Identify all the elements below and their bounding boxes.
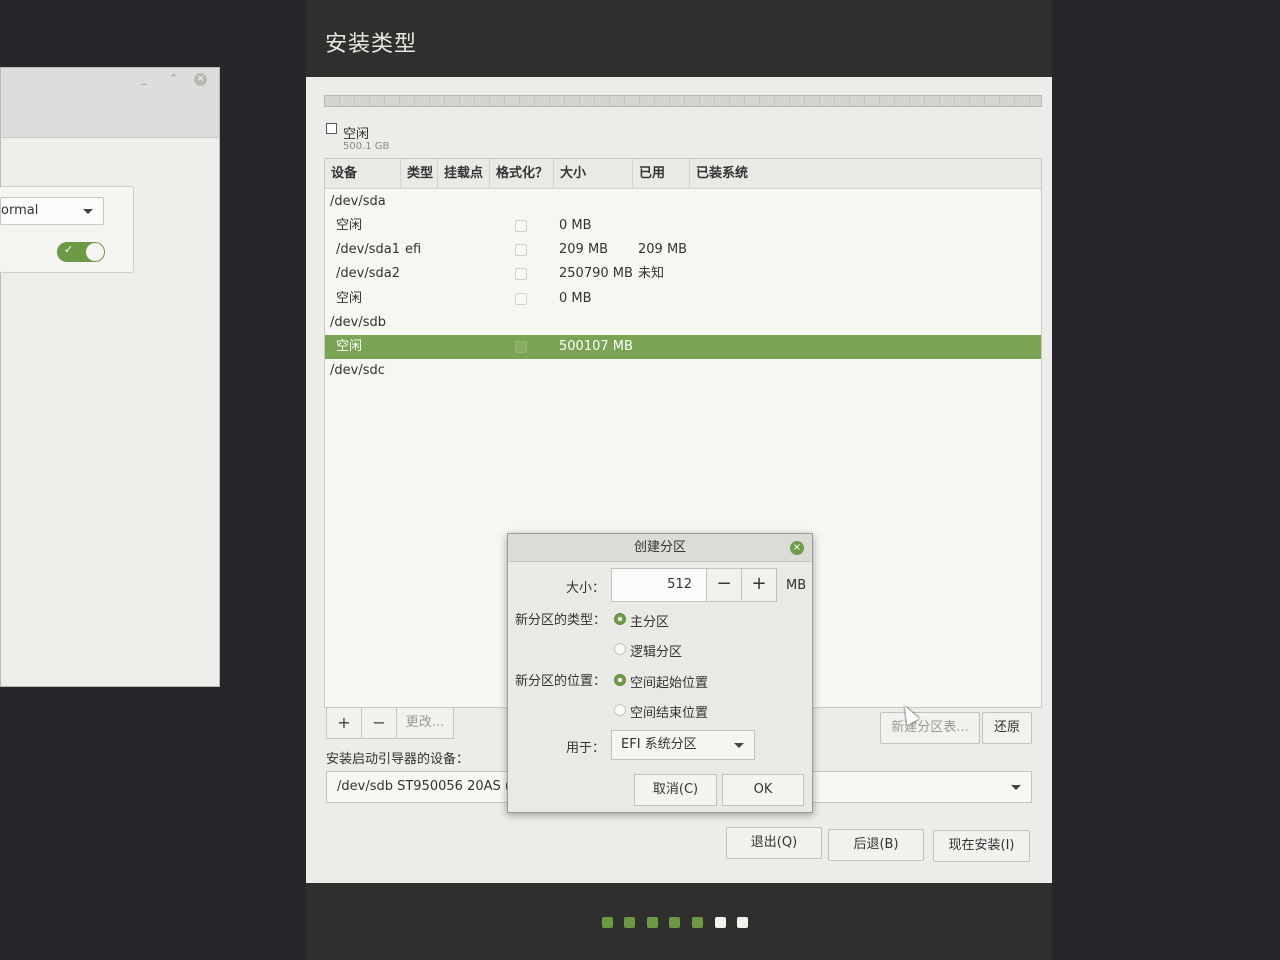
toggle-switch[interactable]: ✓ xyxy=(57,242,105,262)
start-location-label[interactable]: 空间起始位置 xyxy=(630,672,708,691)
cell-size: 0 MB xyxy=(559,218,592,233)
column-header-format[interactable]: 格式化？ xyxy=(490,159,554,189)
cell-size: 250790 MB xyxy=(559,266,633,281)
primary-partition-radio[interactable] xyxy=(614,613,626,625)
size-label: 大小： xyxy=(566,581,606,596)
table-row[interactable]: /dev/sda2 250790 MB 未知 xyxy=(325,262,1041,286)
cell-size: 500107 MB xyxy=(559,339,633,354)
cell-device: 空闲 xyxy=(336,339,363,354)
progress-dot xyxy=(624,917,635,928)
close-icon[interactable]: × xyxy=(790,541,804,555)
background-window-titlebar: _ ⌃ × xyxy=(1,68,219,138)
cell-type: efi xyxy=(405,242,422,257)
use-as-select[interactable]: EFI 系统分区 xyxy=(611,730,755,760)
progress-dot xyxy=(737,917,748,928)
primary-partition-label[interactable]: 主分区 xyxy=(630,611,669,630)
chevron-down-icon xyxy=(734,743,744,748)
start-location-radio[interactable] xyxy=(614,674,626,686)
column-header-device[interactable]: 设备 xyxy=(325,159,401,189)
cell-size: 209 MB xyxy=(559,242,609,257)
cell-used: 未知 xyxy=(638,266,665,281)
logical-partition-label[interactable]: 逻辑分区 xyxy=(630,641,682,660)
table-row[interactable]: /dev/sda xyxy=(325,190,1041,214)
table-row[interactable]: 空闲 0 MB xyxy=(325,287,1041,311)
progress-dot xyxy=(602,917,613,928)
remove-partition-button[interactable]: − xyxy=(361,707,397,739)
progress-dot xyxy=(647,917,658,928)
free-space-size: 500.1 GB xyxy=(343,141,390,152)
close-icon[interactable]: × xyxy=(194,73,207,86)
size-unit: MB xyxy=(786,578,807,593)
cell-device: /dev/sda1 xyxy=(336,242,400,257)
column-header-size[interactable]: 大小 xyxy=(554,159,633,189)
create-partition-dialog: 创建分区 × 大小： 512 − + MB 新分区的类型： 主分区 逻辑分区 新… xyxy=(507,533,813,813)
table-row[interactable]: /dev/sda1 efi 209 MB 209 MB xyxy=(325,238,1041,262)
maximize-icon[interactable]: ⌃ xyxy=(169,72,178,85)
cancel-button[interactable]: 取消(C) xyxy=(634,774,717,806)
cell-device: 空闲 xyxy=(336,291,363,306)
use-as-label: 用于： xyxy=(566,741,606,756)
cell-device: /dev/sda2 xyxy=(336,266,400,281)
background-window: _ ⌃ × ormal ✓ xyxy=(0,67,220,687)
free-space-swatch xyxy=(326,123,337,134)
back-button[interactable]: 后退(B) xyxy=(828,829,924,861)
end-location-radio[interactable] xyxy=(614,704,626,716)
add-partition-button[interactable]: + xyxy=(326,707,362,739)
progress-dot xyxy=(692,917,703,928)
quit-button[interactable]: 退出(Q) xyxy=(726,827,822,859)
ok-button[interactable]: OK xyxy=(722,774,804,806)
format-checkbox[interactable] xyxy=(515,341,527,353)
dialog-title: 创建分区 xyxy=(508,534,812,562)
window-title: 安装类型 xyxy=(325,32,418,57)
table-row[interactable]: 空闲 0 MB xyxy=(325,214,1041,238)
cell-device: /dev/sda xyxy=(330,194,386,209)
end-location-label[interactable]: 空间结束位置 xyxy=(630,702,708,721)
type-label: 新分区的类型： xyxy=(515,613,607,628)
size-input[interactable]: 512 xyxy=(611,568,707,602)
installer-window: 安装类型 空闲 500.1 GB 设备 类型 挂载点 格式化？ 大小 已用 已装… xyxy=(306,0,1052,960)
location-label: 新分区的位置： xyxy=(515,674,607,689)
cell-device: 空闲 xyxy=(336,218,363,233)
column-header-system[interactable]: 已装系统 xyxy=(690,159,1041,189)
mode-combo-value: ormal xyxy=(1,203,39,218)
column-header-type[interactable]: 类型 xyxy=(401,159,438,189)
format-checkbox[interactable] xyxy=(515,244,527,256)
install-now-button[interactable]: 现在安装(I) xyxy=(933,830,1030,862)
switch-knob xyxy=(86,243,104,261)
format-checkbox[interactable] xyxy=(515,268,527,280)
use-as-value: EFI 系统分区 xyxy=(621,737,697,752)
chevron-down-icon xyxy=(83,209,93,214)
progress-dot xyxy=(669,917,680,928)
table-row[interactable]: /dev/sdc xyxy=(325,359,1041,383)
free-space-label: 空闲 xyxy=(343,127,370,142)
format-checkbox[interactable] xyxy=(515,293,527,305)
increase-size-button[interactable]: + xyxy=(741,568,777,602)
cell-device: /dev/sdc xyxy=(330,363,385,378)
column-header-mount[interactable]: 挂载点 xyxy=(438,159,490,189)
settings-panel: ormal ✓ xyxy=(0,186,134,273)
bootloader-label: 安装启动引导器的设备： xyxy=(326,752,470,767)
decrease-size-button[interactable]: − xyxy=(706,568,742,602)
chevron-down-icon xyxy=(1011,785,1021,790)
minimize-icon[interactable]: _ xyxy=(141,72,147,85)
cell-device: /dev/sdb xyxy=(330,315,386,330)
change-partition-button[interactable]: 更改... xyxy=(396,707,454,739)
table-row-selected[interactable]: 空闲 500107 MB xyxy=(325,335,1041,359)
logical-partition-radio[interactable] xyxy=(614,643,626,655)
cell-used: 209 MB xyxy=(638,242,688,257)
mode-combo[interactable]: ormal xyxy=(0,197,104,225)
revert-button[interactable]: 还原 xyxy=(982,712,1032,744)
table-header: 设备 类型 挂载点 格式化？ 大小 已用 已装系统 xyxy=(325,159,1041,189)
new-partition-table-button[interactable]: 新建分区表... xyxy=(880,712,980,744)
column-header-used[interactable]: 已用 xyxy=(633,159,690,189)
partition-bar xyxy=(324,95,1042,107)
cell-size: 0 MB xyxy=(559,291,592,306)
progress-dot xyxy=(715,917,726,928)
table-row[interactable]: /dev/sdb xyxy=(325,311,1041,335)
check-icon: ✓ xyxy=(64,243,74,256)
bootloader-device-value: /dev/sdb ST950056 20AS ( xyxy=(337,779,510,794)
format-checkbox[interactable] xyxy=(515,220,527,232)
